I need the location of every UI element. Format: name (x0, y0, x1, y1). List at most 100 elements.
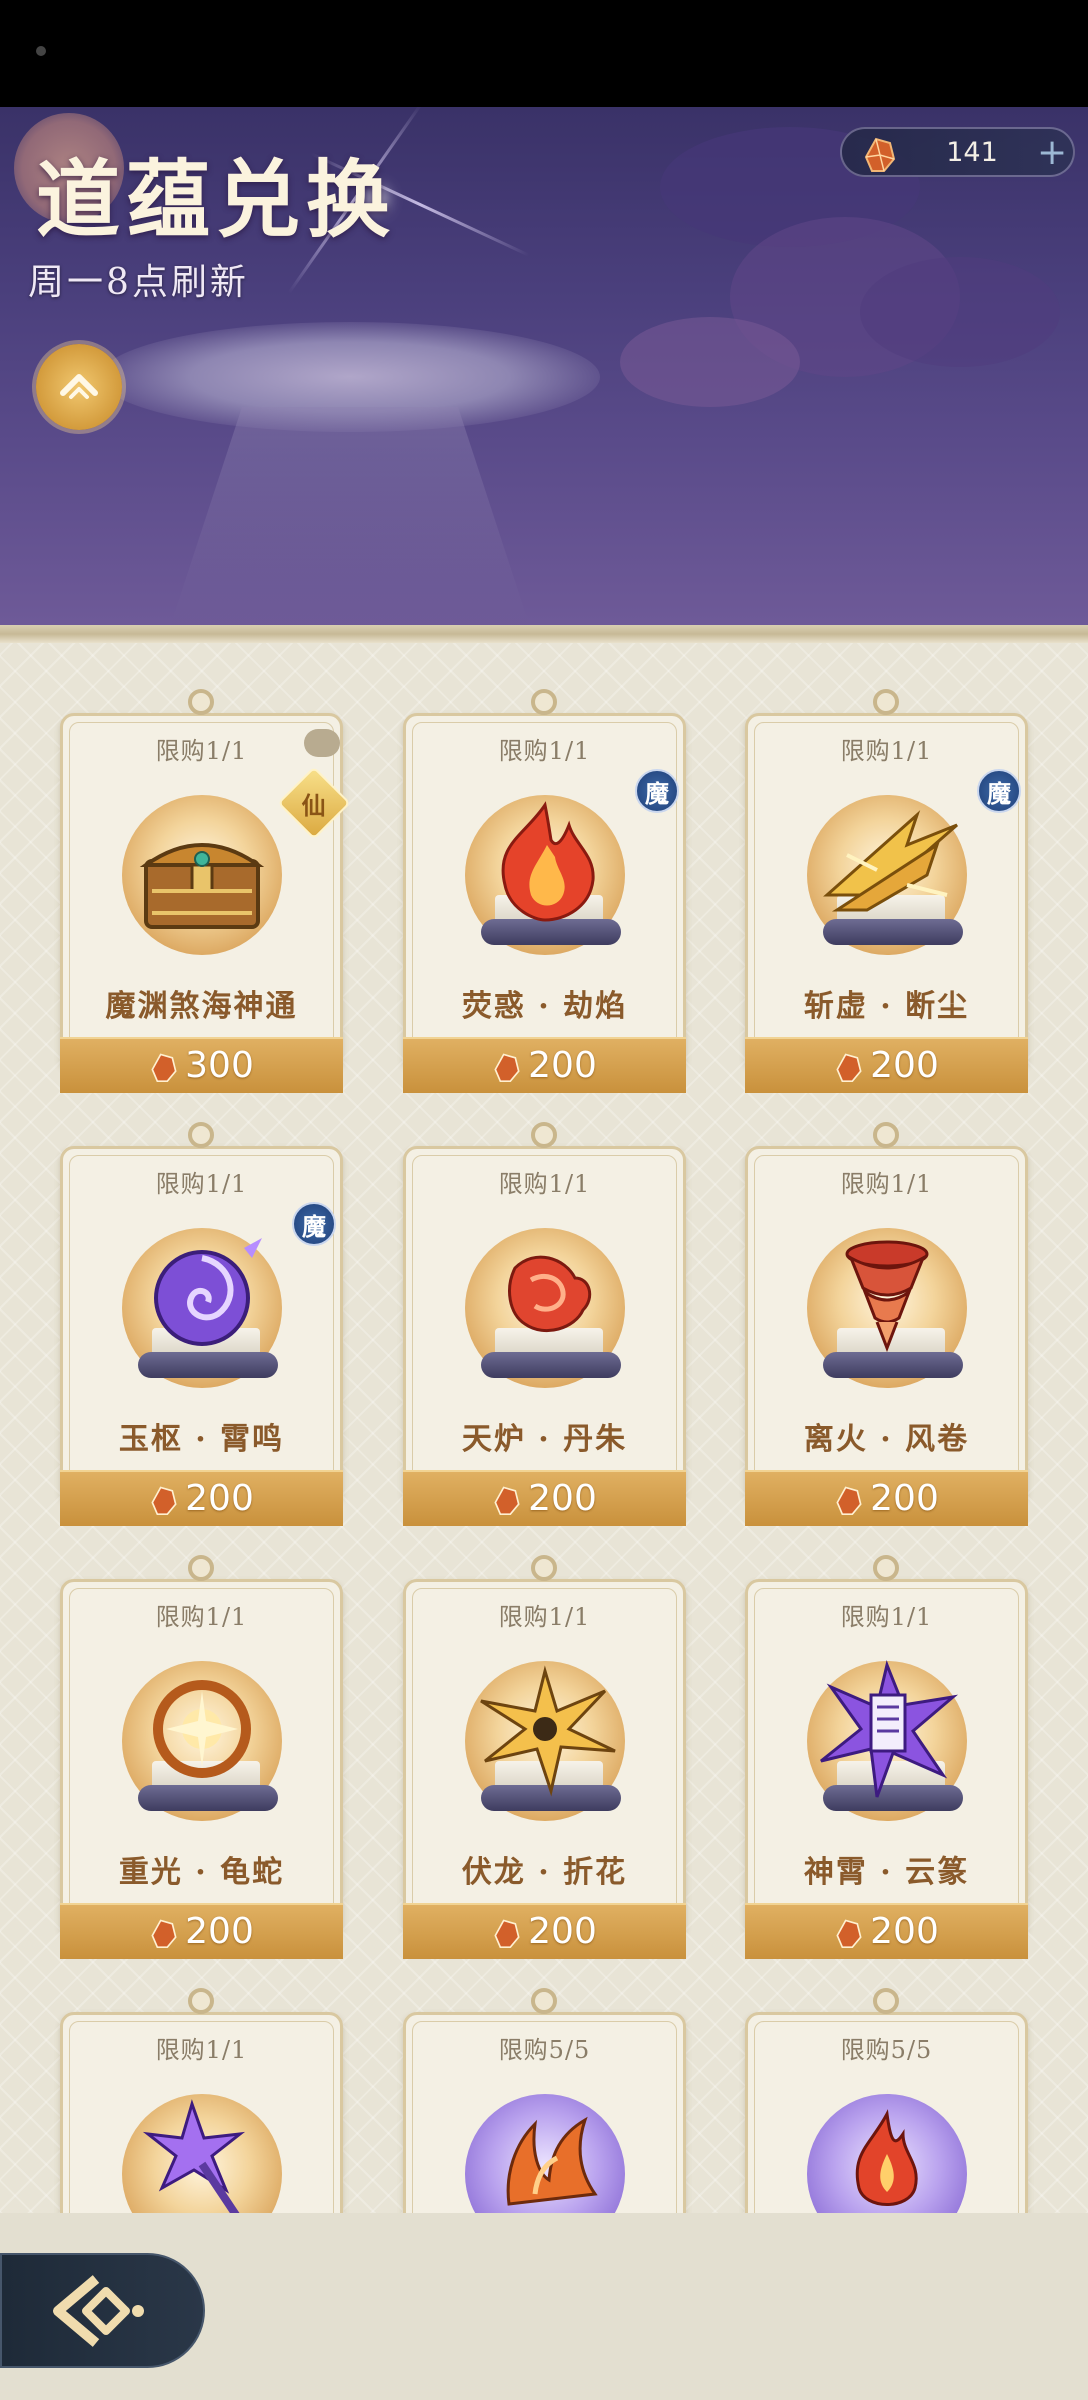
shop-grid: 限购1/1 仙 魔渊煞海神通 300 限购1/1 魔 荧惑 · 劫焰 200 限… (0, 643, 1088, 2213)
shop-item-card[interactable]: 限购1/1 仙 魔渊煞海神通 300 (60, 685, 351, 1093)
purple-vortex-icon (154, 1238, 262, 1346)
cloud-decoration (620, 317, 800, 407)
item-name: 魔渊煞海神通 (105, 989, 298, 1024)
exchange-screen: 道蕴兑换 周一8点刷新 141 + 限购1/1 仙 魔渊煞海神通 300 限购1… (0, 0, 1088, 2400)
shop-item-card[interactable]: 限购1/1 魔 荧惑 · 劫焰 200 (403, 685, 686, 1093)
purple-talisman-icon (820, 1660, 959, 1798)
purchase-limit: 限购1/1 (498, 737, 591, 765)
card-ring-ornament (873, 689, 899, 715)
stone-steps (170, 407, 530, 625)
chevron-up-icon (60, 374, 98, 399)
cloud-ornament (304, 729, 340, 757)
price-button[interactable]: 200 (60, 1470, 343, 1526)
shop-item-card[interactable]: 限购1/1 天炉 · 丹朱 200 (403, 1118, 686, 1526)
item-name: 神霄 · 云篆 (803, 1855, 970, 1890)
collapse-button[interactable] (36, 344, 122, 430)
purchase-limit: 限购1/1 (498, 1170, 591, 1198)
price-button[interactable]: 300 (60, 1037, 343, 1093)
item-name: 重光 · 龟蛇 (118, 1855, 285, 1890)
purchase-limit: 限购5/5 (840, 2036, 933, 2064)
shop-item-card[interactable]: 限购1/1 伏龙 · 折花 200 (403, 1551, 686, 1959)
lightning-burst-icon (480, 1665, 616, 1797)
shop-item-card[interactable]: 限购5/5 (745, 1984, 1028, 2213)
treasure-chest-icon (139, 843, 265, 929)
item-name: 伏龙 · 折花 (461, 1855, 628, 1890)
shop-item-card[interactable]: 限购1/1 神霄 · 云篆 200 (745, 1551, 1028, 1959)
red-flame-hand-icon (508, 1255, 592, 1333)
price-button[interactable]: 200 (403, 1903, 686, 1959)
shop-item-card[interactable]: 限购5/5 (403, 1984, 686, 2213)
crystal-currency-icon (836, 1486, 862, 1515)
card-ring-ornament (188, 689, 214, 715)
price-button[interactable]: 200 (403, 1037, 686, 1093)
price-button[interactable]: 200 (60, 1903, 343, 1959)
card-ring-ornament (188, 1555, 214, 1581)
shop-item-card[interactable]: 限购1/1 魔 玉枢 · 霄鸣 200 (60, 1118, 343, 1526)
purchase-limit: 限购1/1 (155, 1170, 248, 1198)
crystal-currency-icon (836, 1053, 862, 1082)
flame-skill-icon (501, 801, 595, 922)
price-label: 200 (745, 1478, 1028, 1519)
purchase-limit: 限购1/1 (840, 1603, 933, 1631)
item-name: 斩虚 · 断尘 (803, 989, 970, 1024)
crystal-currency-icon (836, 1919, 862, 1948)
price-label: 200 (60, 1478, 343, 1519)
shop-item-card[interactable]: 限购1/1 重光 · 龟蛇 200 (60, 1551, 343, 1959)
back-button[interactable] (0, 2253, 205, 2368)
faction-badge: 魔 (977, 769, 1021, 813)
add-currency-button[interactable]: + (1037, 133, 1067, 173)
price-button[interactable]: 200 (403, 1470, 686, 1526)
price-label: 200 (745, 1045, 1028, 1086)
price-button[interactable]: 200 (745, 1903, 1028, 1959)
price-label: 200 (403, 1911, 686, 1952)
page-title: 道蕴兑换 (36, 150, 397, 249)
cloud-decoration (860, 257, 1060, 367)
banner-divider (0, 625, 1088, 643)
flame-claw-icon (506, 2116, 598, 2206)
price-label: 200 (403, 1478, 686, 1519)
card-ring-ornament (188, 1988, 214, 2014)
item-name: 天炉 · 丹朱 (461, 1422, 628, 1457)
card-ring-ornament (873, 1122, 899, 1148)
item-name: 玉枢 · 霄鸣 (118, 1422, 285, 1457)
faction-badge: 魔 (292, 1202, 336, 1246)
refresh-note: 周一8点刷新 (28, 262, 249, 303)
purchase-limit: 限购1/1 (498, 1603, 591, 1631)
shop-item-card[interactable]: 限购1/1 魔 斩虚 · 断尘 200 (745, 685, 1028, 1093)
purchase-limit: 限购1/1 (155, 2036, 248, 2064)
crystal-currency-icon (494, 1053, 520, 1082)
card-ring-ornament (188, 1122, 214, 1148)
price-label: 200 (403, 1045, 686, 1086)
currency-display: 141 + (840, 127, 1075, 177)
purchase-limit: 限购1/1 (840, 1170, 933, 1198)
crystal-currency-icon (494, 1919, 520, 1948)
purchase-limit: 限购1/1 (155, 1603, 248, 1631)
crystal-currency-icon (494, 1486, 520, 1515)
golden-blades-icon (823, 810, 958, 912)
card-ring-ornament (873, 1555, 899, 1581)
purchase-limit: 限购1/1 (155, 737, 248, 765)
currency-amount: 141 (946, 137, 998, 168)
shop-item-card[interactable]: 限购1/1 离火 · 风卷 200 (745, 1118, 1028, 1526)
price-button[interactable]: 200 (745, 1470, 1028, 1526)
crystal-currency-icon (864, 137, 896, 172)
card-ring-ornament (531, 1988, 557, 2014)
item-name: 离火 · 风卷 (803, 1422, 970, 1457)
shop-item-card[interactable]: 限购1/1 (60, 1984, 343, 2213)
price-button[interactable]: 200 (745, 1037, 1028, 1093)
back-arrow-icon (53, 2275, 144, 2347)
crystal-currency-icon (151, 1053, 177, 1082)
sun-ring-icon (153, 1680, 251, 1778)
card-ring-ornament (873, 1988, 899, 2014)
crystal-currency-icon (151, 1486, 177, 1515)
card-ring-ornament (531, 1122, 557, 1148)
card-ring-ornament (531, 1555, 557, 1581)
header-banner: 道蕴兑换 周一8点刷新 141 + (0, 107, 1088, 625)
card-ring-ornament (531, 689, 557, 715)
faction-badge: 魔 (635, 769, 679, 813)
status-bar (0, 0, 1088, 107)
camera-dot (36, 46, 46, 56)
price-label: 200 (745, 1911, 1028, 1952)
fire-spirit-icon (855, 2109, 918, 2206)
price-label: 300 (60, 1045, 343, 1086)
